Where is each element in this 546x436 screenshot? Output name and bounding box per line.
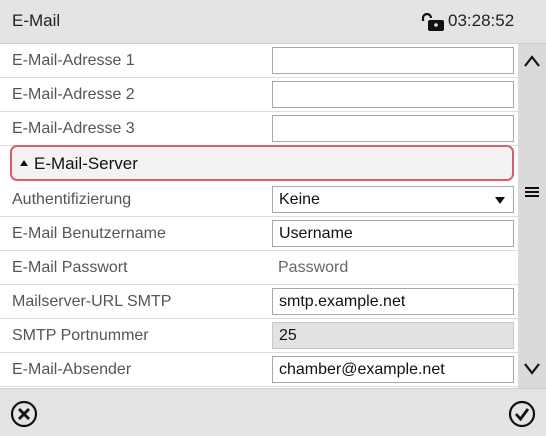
authentication-label: Authentifizierung (12, 191, 132, 208)
authentication-row: Authentifizierung Keine (0, 183, 518, 217)
clock-time: 03:28:52 (448, 11, 515, 30)
email-address-3-label: E-Mail-Adresse 3 (12, 120, 135, 137)
title-bar: E-Mail 03:28:52 (0, 0, 546, 44)
username-input[interactable]: Username (272, 220, 514, 247)
email-address-3-input[interactable] (272, 115, 514, 142)
collapse-triangle-icon (20, 160, 28, 166)
username-label: E-Mail Benutzername (12, 225, 166, 242)
email-address-1-row: E-Mail-Adresse 1 (0, 44, 518, 78)
email-address-1-input[interactable] (272, 47, 514, 74)
checkmark-icon[interactable] (508, 400, 536, 428)
cancel-icon[interactable] (10, 400, 38, 428)
password-label: E-Mail Passwort (12, 259, 128, 276)
chevron-up-icon[interactable] (522, 54, 542, 68)
sender-label: E-Mail-Absender (12, 361, 132, 378)
sender-input[interactable]: chamber@example.net (272, 356, 514, 383)
scrollbar[interactable] (518, 44, 546, 388)
email-server-section-label: E-Mail-Server (34, 154, 138, 173)
email-address-3-row: E-Mail-Adresse 3 (0, 112, 518, 146)
smtp-url-label: Mailserver-URL SMTP (12, 293, 172, 310)
smtp-port-input: 25 (272, 322, 514, 349)
email-address-2-input[interactable] (272, 81, 514, 108)
hamburger-icon[interactable] (522, 185, 542, 199)
sender-row: E-Mail-Absender chamber@example.net (0, 353, 518, 387)
bottom-bar (0, 388, 546, 436)
email-address-2-label: E-Mail-Adresse 2 (12, 86, 135, 103)
settings-list: E-Mail-Adresse 1 E-Mail-Adresse 2 E-Mail… (0, 44, 518, 388)
page-title: E-Mail (12, 11, 61, 30)
email-address-1-label: E-Mail-Adresse 1 (12, 52, 135, 69)
lock-open-icon (421, 12, 444, 31)
dropdown-arrow-icon (495, 197, 505, 204)
chevron-down-icon[interactable] (522, 362, 542, 376)
smtp-port-row: SMTP Portnummer 25 (0, 319, 518, 353)
password-row: E-Mail Passwort Password (0, 251, 518, 285)
authentication-select[interactable]: Keine (272, 186, 514, 213)
email-server-section-header[interactable]: E-Mail-Server (10, 145, 514, 181)
password-field[interactable]: Password (278, 259, 348, 277)
authentication-value: Keine (279, 191, 320, 208)
username-row: E-Mail Benutzername Username (0, 217, 518, 251)
email-address-2-row: E-Mail-Adresse 2 (0, 78, 518, 112)
smtp-url-input[interactable]: smtp.example.net (272, 288, 514, 315)
smtp-url-row: Mailserver-URL SMTP smtp.example.net (0, 285, 518, 319)
smtp-port-label: SMTP Portnummer (12, 327, 149, 344)
